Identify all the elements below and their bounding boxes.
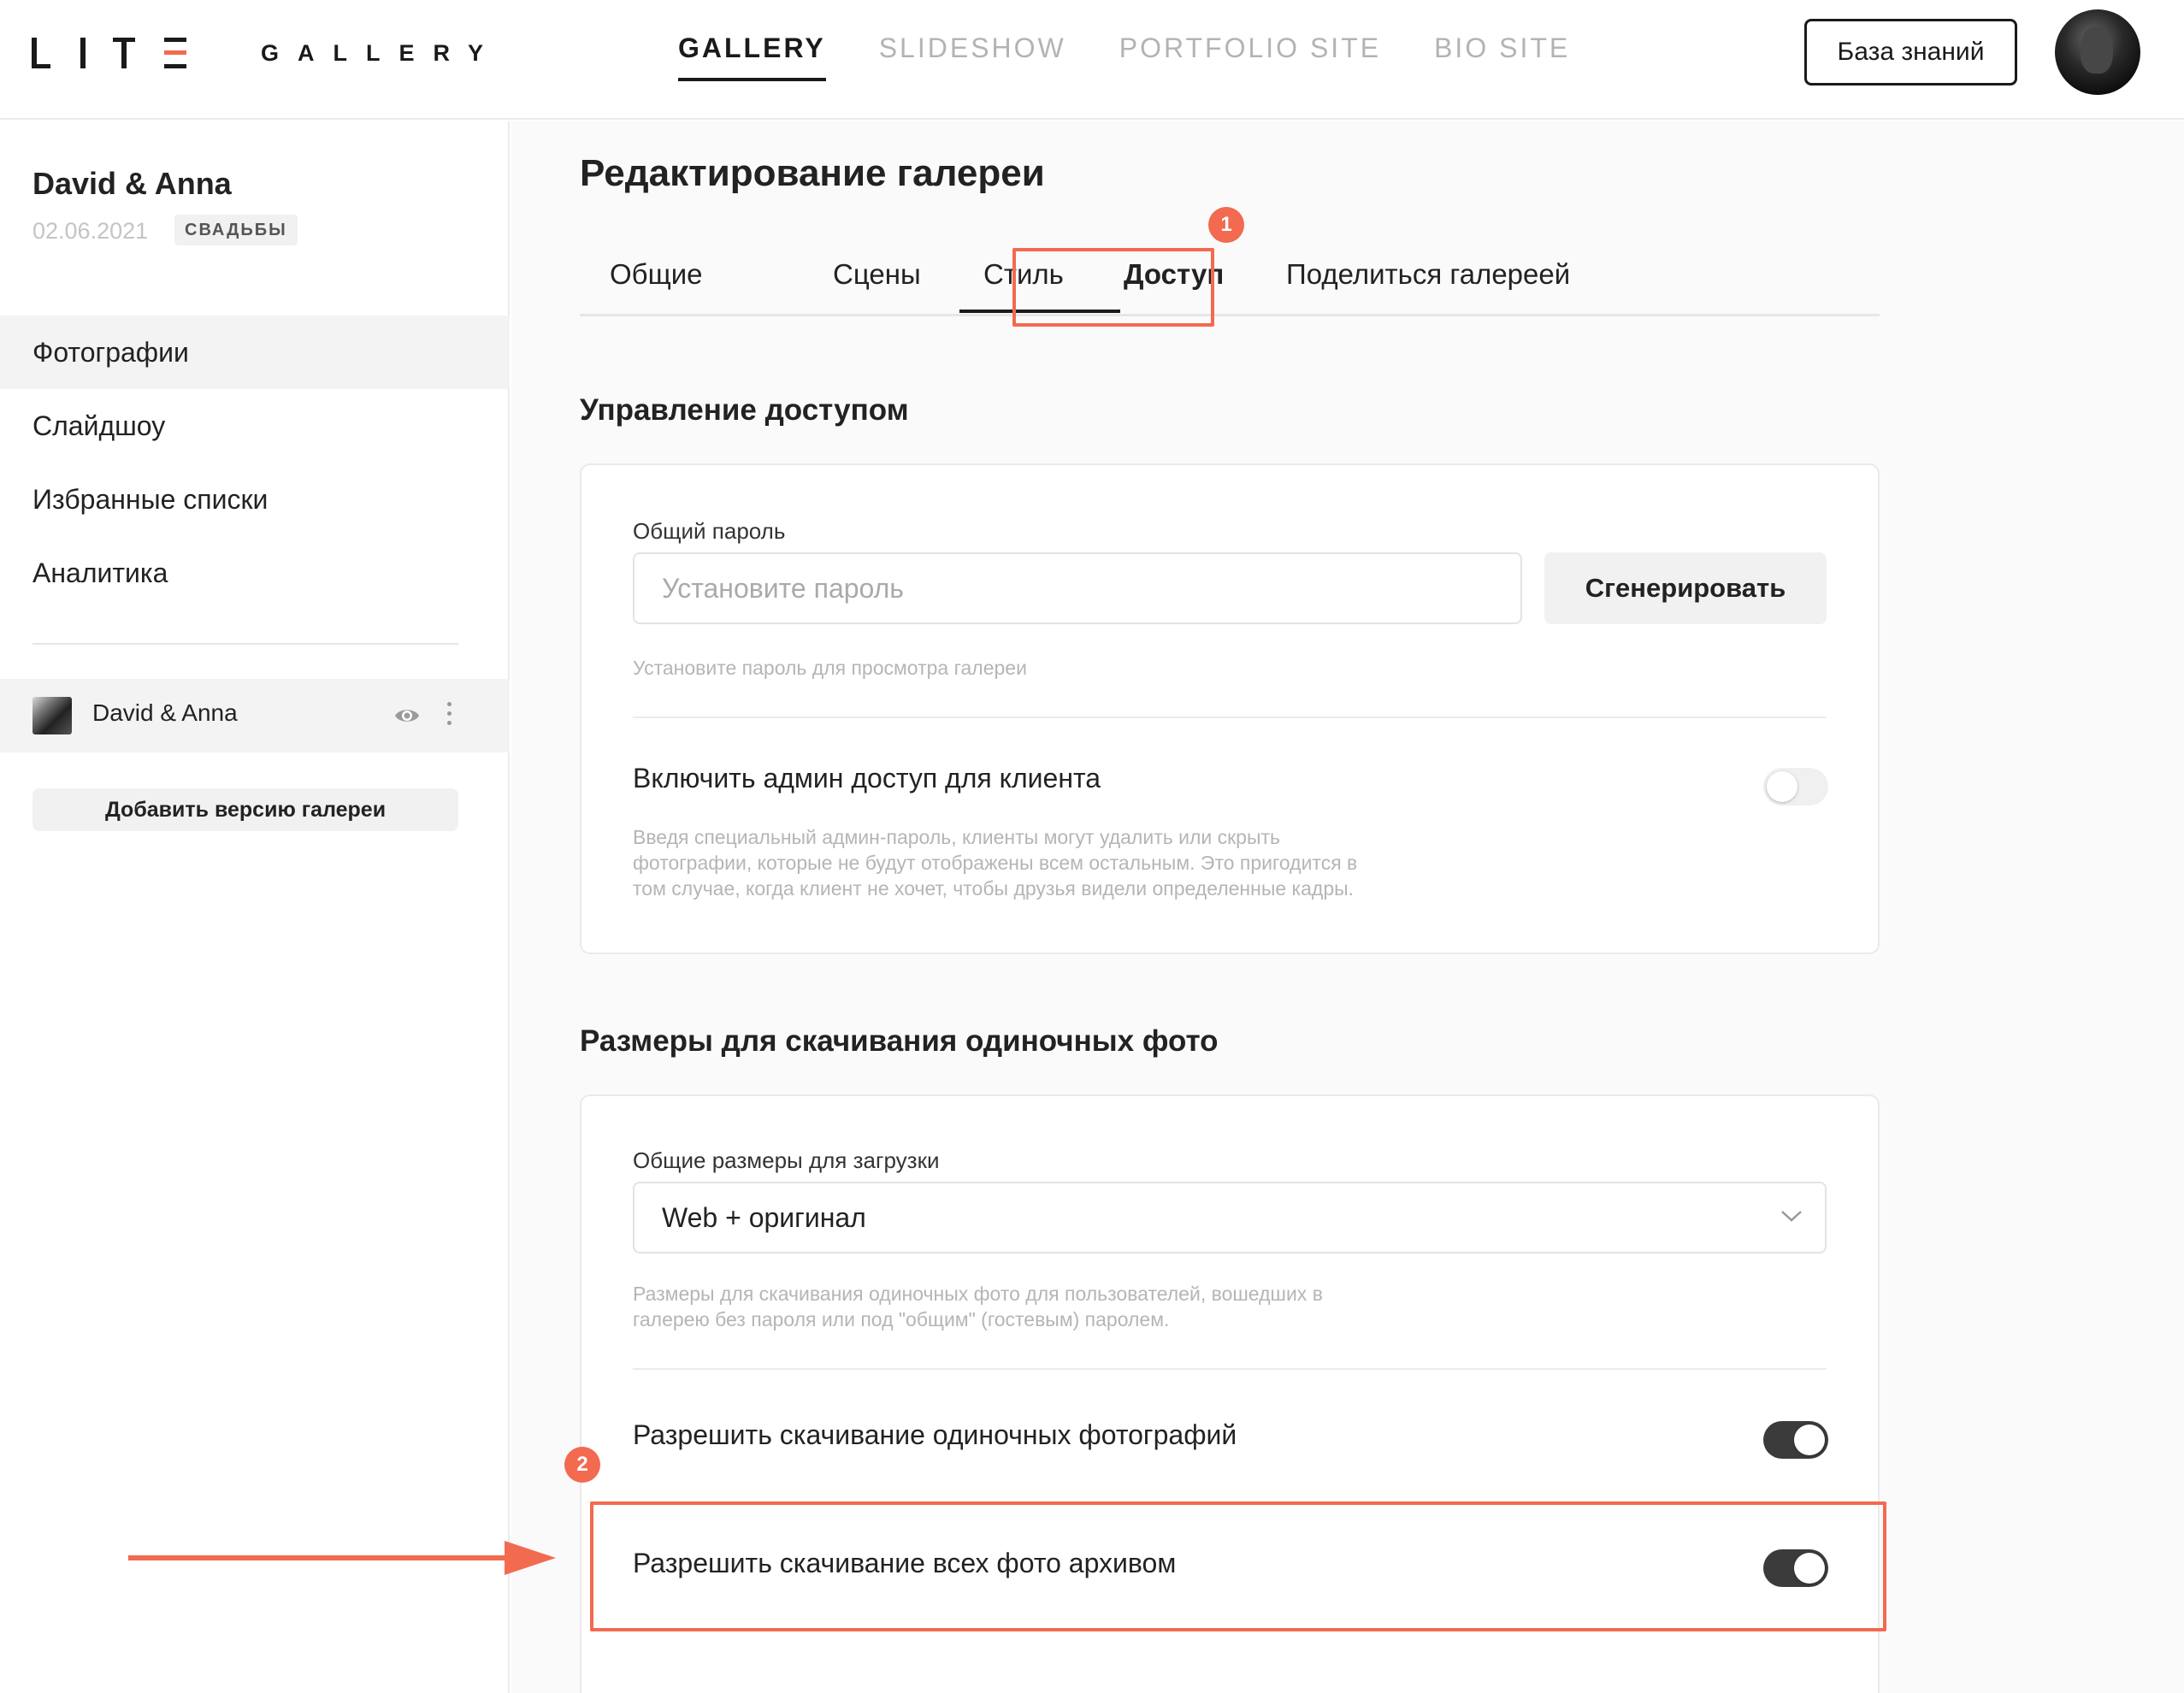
eye-icon[interactable]: [394, 705, 420, 726]
main-nav: GALLERY SLIDESHOW PORTFOLIO SITE BIO SIT…: [678, 32, 1570, 81]
version-label: David & Anna: [92, 699, 238, 726]
sizes-hint-line: галерею без пароля или под "общим" (гост…: [633, 1308, 1170, 1330]
version-thumbnail: [32, 697, 72, 734]
gallery-date: 02.06.2021: [32, 218, 149, 244]
lite-logo-mark: [32, 38, 188, 68]
archive-download-highlight: [590, 1501, 1886, 1631]
sidebar-menu: Фотографии Слайдшоу Избранные списки Ана…: [0, 316, 510, 610]
page-title: Редактирование галереи: [580, 152, 1045, 194]
download-sizes-select[interactable]: Web + оригинал: [633, 1182, 1827, 1254]
single-download-toggle[interactable]: [1763, 1421, 1828, 1459]
sidebar-item-photos[interactable]: Фотографии: [0, 316, 510, 389]
add-gallery-version-button[interactable]: Добавить версию галереи: [32, 788, 458, 831]
gallery-title: David & Anna: [32, 166, 232, 201]
downloads-section-title: Размеры для скачивания одиночных фото: [580, 1024, 1219, 1058]
download-sizes-value: Web + оригинал: [662, 1202, 866, 1233]
settings-tabs: Общие Сцены Стиль Доступ Поделиться гале…: [580, 258, 1880, 316]
password-label: Общий пароль: [633, 518, 786, 544]
sizes-hint-line: Размеры для скачивания одиночных фото дл…: [633, 1283, 1323, 1305]
download-sizes-label: Общие размеры для загрузки: [633, 1147, 940, 1173]
card-divider: [633, 717, 1827, 718]
nav-slideshow[interactable]: SLIDESHOW: [879, 32, 1066, 81]
admin-access-hint: Введя специальный админ-пароль, клиенты …: [633, 824, 1357, 901]
access-card: Общий пароль Сгенерировать Установите па…: [580, 463, 1880, 954]
toggle-knob: [1767, 771, 1797, 802]
more-options-icon[interactable]: [447, 702, 452, 728]
main-content: Редактирование галереи Общие Сцены Стиль…: [511, 121, 2184, 1693]
annotation-badge-2: 2: [564, 1447, 600, 1483]
password-input[interactable]: [633, 552, 1522, 624]
chevron-down-icon: [1781, 1211, 1802, 1222]
knowledge-base-button[interactable]: База знаний: [1804, 19, 2017, 86]
admin-access-label: Включить админ доступ для клиента: [633, 763, 1101, 793]
single-download-label: Разрешить скачивание одиночных фотографи…: [633, 1419, 1237, 1450]
admin-hint-line: Введя специальный админ-пароль, клиенты …: [633, 826, 1281, 848]
tab-general[interactable]: Общие: [610, 258, 703, 291]
sidebar-item-favorites[interactable]: Избранные списки: [0, 463, 510, 536]
sidebar: David & Anna 02.06.2021 СВАДЬБЫ Фотограф…: [0, 121, 510, 1693]
logo[interactable]: GALLERY: [32, 38, 502, 68]
admin-hint-line: фотографии, которые не будут отображены …: [633, 852, 1358, 874]
nav-bio-site[interactable]: BIO SITE: [1434, 32, 1570, 81]
sidebar-divider: [32, 643, 458, 645]
admin-access-toggle[interactable]: [1763, 768, 1828, 805]
logo-text: GALLERY: [261, 39, 502, 66]
card-divider: [633, 1368, 1827, 1370]
admin-hint-line: том случае, когда клиент не хочет, чтобы…: [633, 877, 1355, 900]
sidebar-item-analytics[interactable]: Аналитика: [0, 536, 510, 610]
gallery-version-item[interactable]: David & Anna: [0, 679, 510, 752]
gallery-category-badge: СВАДЬБЫ: [174, 215, 298, 245]
download-sizes-hint: Размеры для скачивания одиночных фото дл…: [633, 1281, 1323, 1332]
nav-gallery[interactable]: GALLERY: [678, 32, 826, 81]
top-header: GALLERY GALLERY SLIDESHOW PORTFOLIO SITE…: [0, 0, 2184, 120]
sidebar-item-slideshow[interactable]: Слайдшоу: [0, 389, 510, 463]
access-section-title: Управление доступом: [580, 393, 909, 427]
nav-portfolio-site[interactable]: PORTFOLIO SITE: [1119, 32, 1381, 81]
tab-share-gallery[interactable]: Поделиться галереей: [1286, 258, 1570, 291]
annotation-arrow-icon: [128, 1541, 556, 1575]
generate-password-button[interactable]: Сгенерировать: [1544, 552, 1827, 624]
access-tab-highlight: [1012, 248, 1214, 327]
toggle-knob: [1794, 1425, 1825, 1455]
annotation-badge-1: 1: [1208, 207, 1244, 243]
user-avatar[interactable]: [2055, 9, 2140, 95]
tab-scenes[interactable]: Сцены: [833, 258, 921, 291]
password-hint: Установите пароль для просмотра галереи: [633, 657, 1027, 679]
